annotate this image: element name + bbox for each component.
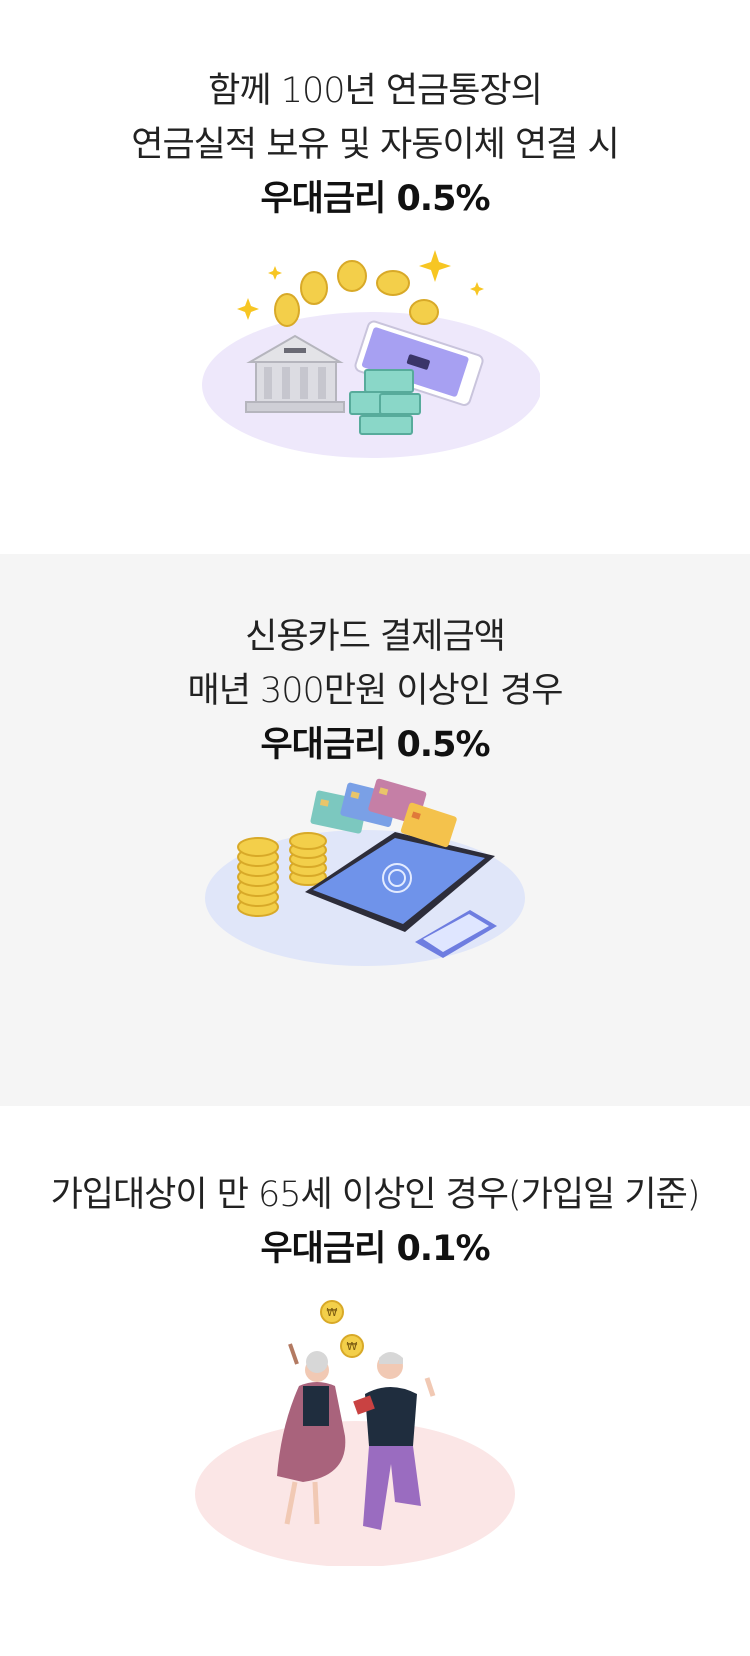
condition-line-2: 연금실적 보유 및 자동이체 연결 시 — [131, 125, 619, 165]
benefit-section-senior: 가입대상이 만 65세 이상인 경우(가입일 기준) 우대금리 0.1% ₩ ₩ — [0, 1106, 750, 1656]
benefit-section-credit-card: 신용카드 결제금액 매년 300만원 이상인 경우 우대금리 0.5% — [0, 554, 750, 1106]
preferential-rate: 우대금리 0.5% — [260, 725, 490, 765]
benefit-text-pension: 함께 100년 연금통장의 연금실적 보유 및 자동이체 연결 시 우대금리 0… — [0, 64, 750, 226]
benefit-text-credit-card: 신용카드 결제금액 매년 300만원 이상인 경우 우대금리 0.5% — [0, 610, 750, 772]
preferential-rate: 우대금리 0.1% — [260, 1229, 490, 1269]
benefit-text-senior: 가입대상이 만 65세 이상인 경우(가입일 기준) 우대금리 0.1% — [0, 1168, 750, 1276]
won-coin-icon: ₩ — [347, 1340, 358, 1353]
condition-line-2: 매년 300만원 이상인 경우 — [187, 671, 564, 711]
credit-cards-tablet-illustration — [205, 778, 525, 966]
condition-line-1: 함께 100년 연금통장의 — [208, 71, 543, 111]
senior-couple-celebrating-illustration: ₩ ₩ — [195, 1300, 515, 1566]
won-coin-icon: ₩ — [327, 1306, 338, 1319]
bank-coins-phone-illustration — [202, 250, 540, 458]
preferential-rate: 우대금리 0.5% — [260, 179, 490, 219]
benefit-section-pension: 함께 100년 연금통장의 연금실적 보유 및 자동이체 연결 시 우대금리 0… — [0, 0, 750, 554]
condition-line-1: 신용카드 결제금액 — [245, 617, 506, 657]
condition-line-1: 가입대상이 만 65세 이상인 경우(가입일 기준) — [50, 1175, 701, 1215]
